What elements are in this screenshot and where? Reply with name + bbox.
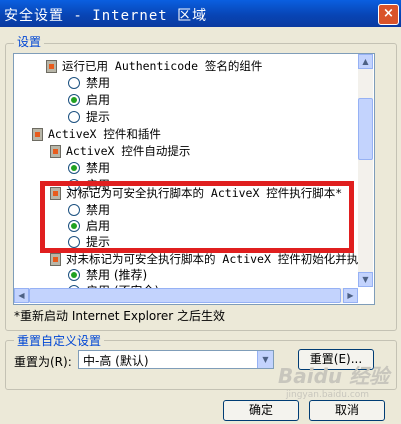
setting-icon	[50, 253, 61, 266]
watermark-logo: Baidu 经验	[278, 364, 390, 388]
horizontal-scrollbar[interactable]: ◀ ▶	[14, 288, 358, 303]
setting-icon	[46, 60, 57, 73]
vertical-scroll-thumb[interactable]	[358, 98, 373, 160]
reset-level-select[interactable]: 中-高 (默认) ▼	[78, 350, 274, 369]
scroll-left-icon[interactable]: ◀	[14, 288, 29, 303]
scroll-down-icon[interactable]: ▼	[358, 272, 373, 287]
window-title: 安全设置 - Internet 区域	[4, 8, 208, 24]
settings-group-label: 设置	[14, 33, 45, 50]
ok-button[interactable]: 确定	[223, 400, 299, 421]
setting-icon	[50, 145, 61, 158]
chevron-down-icon[interactable]: ▼	[257, 351, 273, 368]
radio-button[interactable]	[68, 94, 80, 106]
category-icon	[32, 128, 43, 141]
horizontal-scroll-thumb[interactable]	[29, 288, 341, 303]
radio-button[interactable]	[68, 162, 80, 174]
reset-to-label: 重置为(R):	[14, 355, 72, 369]
reset-level-value: 中-高 (默认)	[83, 354, 149, 368]
close-button[interactable]: ×	[378, 4, 399, 25]
watermark-url: jingyan.baidu.com	[286, 390, 370, 400]
cancel-button[interactable]: 取消	[309, 400, 385, 421]
vertical-scrollbar[interactable]: ▲ ▼	[358, 54, 373, 287]
radio-button[interactable]	[68, 111, 80, 123]
highlight-annotation	[40, 181, 354, 253]
radio-button[interactable]	[68, 77, 80, 89]
scroll-right-icon[interactable]: ▶	[343, 288, 358, 303]
reset-group-label: 重置自定义设置	[14, 332, 105, 349]
radio-button[interactable]	[68, 269, 80, 281]
title-bar: 安全设置 - Internet 区域 ×	[0, 0, 401, 27]
scroll-up-icon[interactable]: ▲	[358, 54, 373, 69]
restart-note: *重新启动 Internet Explorer 之后生效	[14, 309, 226, 323]
settings-list[interactable]: 运行已用 Authenticode 签名的组件 禁用 启用 提示 ActiveX…	[13, 53, 375, 305]
